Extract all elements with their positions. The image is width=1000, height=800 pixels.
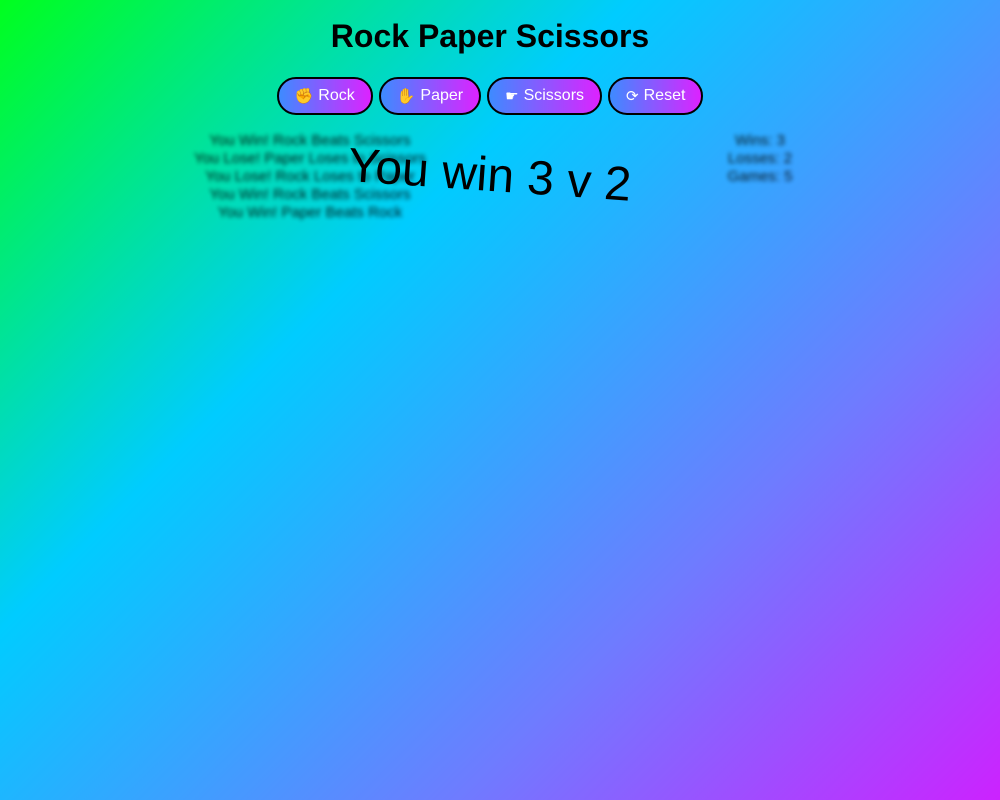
history-item: You Win! Paper Beats Rock	[217, 204, 403, 221]
hand-paper-icon: ✋	[396, 87, 416, 105]
games-count: Games: 5	[727, 168, 793, 185]
paper-button[interactable]: ✋ Paper	[378, 77, 482, 115]
reset-button[interactable]: ⟳ Reset	[608, 77, 704, 115]
score-stats: Wins: 3 Losses: 2 Games: 5	[700, 132, 820, 186]
scissors-button[interactable]: ☛ Scissors	[487, 77, 603, 115]
rock-button[interactable]: ✊ Rock	[276, 77, 373, 115]
refresh-icon: ⟳	[626, 87, 639, 105]
losses-count: Losses: 2	[727, 150, 793, 167]
wins-count: Wins: 3	[734, 132, 785, 149]
rock-button-label: Rock	[318, 87, 355, 104]
paper-button-label: Paper	[420, 87, 464, 104]
hand-rock-icon: ✊	[294, 87, 314, 105]
page-title: Rock Paper Scissors	[330, 18, 650, 54]
controls-bar: ✊ Rock ✋ Paper ☛ Scissors ⟳ Reset	[0, 77, 980, 115]
reset-button-label: Reset	[643, 87, 686, 104]
hand-scissors-icon: ☛	[505, 87, 519, 105]
scissors-button-label: Scissors	[523, 87, 585, 104]
